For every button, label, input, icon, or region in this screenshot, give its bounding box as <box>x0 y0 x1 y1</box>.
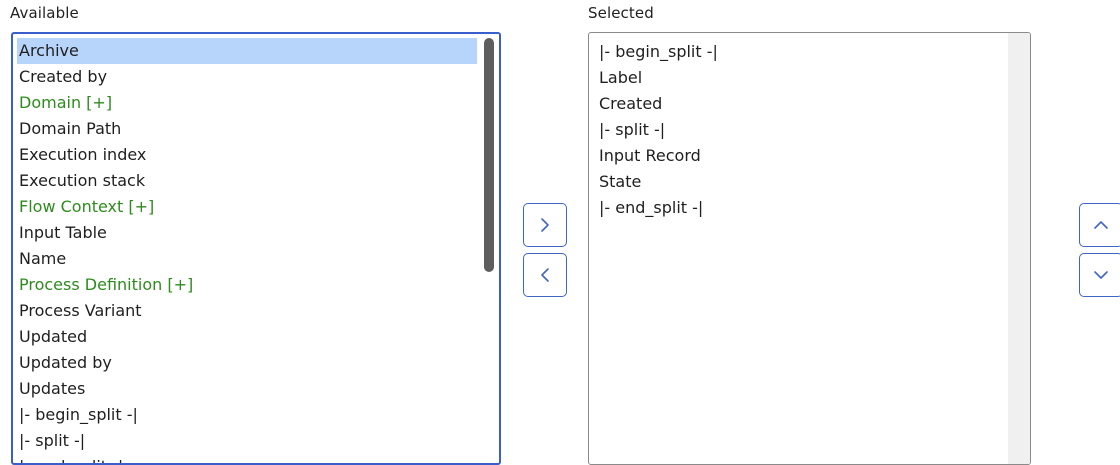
selected-option[interactable]: State <box>597 169 1006 195</box>
available-option[interactable]: Updated <box>17 324 477 350</box>
selected-option[interactable]: |- end_split -| <box>597 195 1006 221</box>
chevron-down-icon <box>1094 271 1108 279</box>
available-option[interactable]: Input Table <box>17 220 477 246</box>
selected-option[interactable]: Input Record <box>597 143 1006 169</box>
available-option[interactable]: Domain Path <box>17 116 477 142</box>
available-option[interactable]: Archive <box>17 38 477 64</box>
available-option[interactable]: |- split -| <box>17 428 477 454</box>
remove-button[interactable] <box>523 253 567 297</box>
available-option[interactable]: Name <box>17 246 477 272</box>
chevron-left-icon <box>541 268 549 282</box>
available-option[interactable]: Created by <box>17 64 477 90</box>
available-items: Archive Created by Domain [+] Domain Path Ex… <box>17 38 477 463</box>
selected-listbox[interactable]: |- begin_split -| Label Created |- split -|… <box>588 32 1031 465</box>
selected-option[interactable]: Created <box>597 91 1006 117</box>
move-down-button[interactable] <box>1079 253 1120 297</box>
available-listbox[interactable]: Archive Created by Domain [+] Domain Path Ex… <box>11 32 501 465</box>
add-button[interactable] <box>523 203 567 247</box>
slushbucket: Available Selected Archive Created by Doma… <box>0 0 1120 465</box>
available-scrollbar-thumb[interactable] <box>484 38 494 272</box>
chevron-right-icon <box>541 218 549 232</box>
available-option[interactable]: Flow Context [+] <box>17 194 477 220</box>
available-option[interactable]: |- end_split -| <box>17 454 477 463</box>
available-option[interactable]: |- begin_split -| <box>17 402 477 428</box>
available-heading: Available <box>10 4 79 22</box>
selected-option[interactable]: Label <box>597 65 1006 91</box>
available-option[interactable]: Execution index <box>17 142 477 168</box>
available-option[interactable]: Execution stack <box>17 168 477 194</box>
chevron-up-icon <box>1094 221 1108 229</box>
selected-option[interactable]: |- split -| <box>597 117 1006 143</box>
available-option[interactable]: Updates <box>17 376 477 402</box>
available-option[interactable]: Process Variant <box>17 298 477 324</box>
available-scrollbar[interactable] <box>477 34 499 463</box>
selected-scrollbar[interactable] <box>1008 33 1030 464</box>
available-option[interactable]: Updated by <box>17 350 477 376</box>
selected-option[interactable]: |- begin_split -| <box>597 39 1006 65</box>
selected-items: |- begin_split -| Label Created |- split -|… <box>597 39 1006 221</box>
available-option[interactable]: Process Definition [+] <box>17 272 477 298</box>
selected-heading: Selected <box>588 4 654 22</box>
available-option[interactable]: Domain [+] <box>17 90 477 116</box>
move-up-button[interactable] <box>1079 203 1120 247</box>
